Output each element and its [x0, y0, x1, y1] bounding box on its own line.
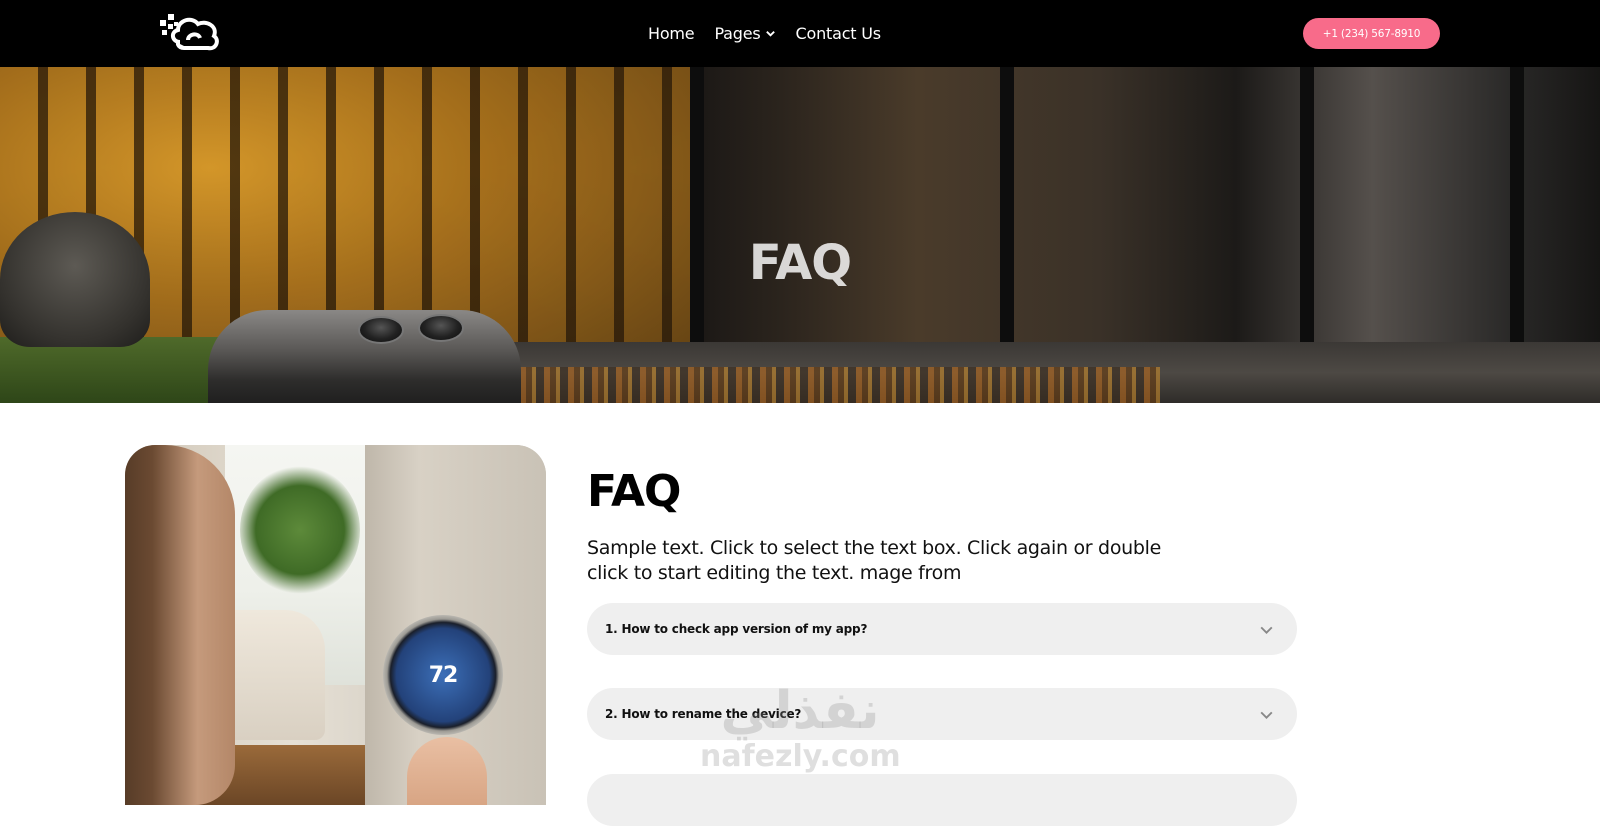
nav-pages-dropdown[interactable]: Pages [714, 24, 775, 43]
faq-heading: FAQ [587, 466, 681, 517]
faq-question: 2. How to rename the device? [605, 707, 802, 721]
nav-pages-label: Pages [714, 24, 761, 43]
photo-plant [240, 465, 360, 595]
hero-house-background [690, 67, 1600, 347]
cloud-logo-icon[interactable] [158, 12, 222, 54]
window-frame [1510, 67, 1524, 357]
thermostat-photo: 72 [125, 445, 546, 805]
chevron-down-icon [1260, 711, 1273, 719]
top-nav-bar: Home Pages Contact Us +1 (234) 567-8910 [0, 0, 1600, 67]
nav-contact-link[interactable]: Contact Us [795, 24, 882, 43]
watermark-latin: nafezly.com [700, 739, 901, 774]
nav-contact-label: Contact Us [795, 24, 882, 43]
nav-home-label: Home [648, 24, 695, 43]
window-frame [1000, 67, 1014, 357]
chevron-down-icon [765, 31, 775, 37]
phone-button[interactable]: +1 (234) 567-8910 [1303, 18, 1440, 49]
chevron-down-icon [1260, 626, 1273, 634]
window-frame [690, 67, 704, 357]
device-dial [358, 316, 404, 344]
faq-question: 1. How to check app version of my app? [605, 622, 868, 636]
photo-woman [125, 445, 235, 805]
thermostat-temperature: 72 [428, 662, 459, 688]
main-navigation: Home Pages Contact Us [648, 0, 881, 67]
device-dial [418, 314, 464, 342]
hero-banner: FAQ [0, 67, 1600, 403]
thermostat-display: 72 [383, 615, 503, 735]
faq-item-3[interactable] [587, 774, 1297, 826]
hero-heater-device [208, 310, 521, 403]
hero-title: FAQ [748, 235, 852, 291]
faq-item-1[interactable]: 1. How to check app version of my app? [587, 603, 1297, 655]
window-frame [1300, 67, 1314, 357]
faq-intro-text: Sample text. Click to select the text bo… [587, 537, 1162, 584]
faq-item-2[interactable]: 2. How to rename the device? [587, 688, 1297, 740]
hero-fallen-leaves [520, 367, 1160, 403]
nav-home-link[interactable]: Home [648, 24, 695, 43]
